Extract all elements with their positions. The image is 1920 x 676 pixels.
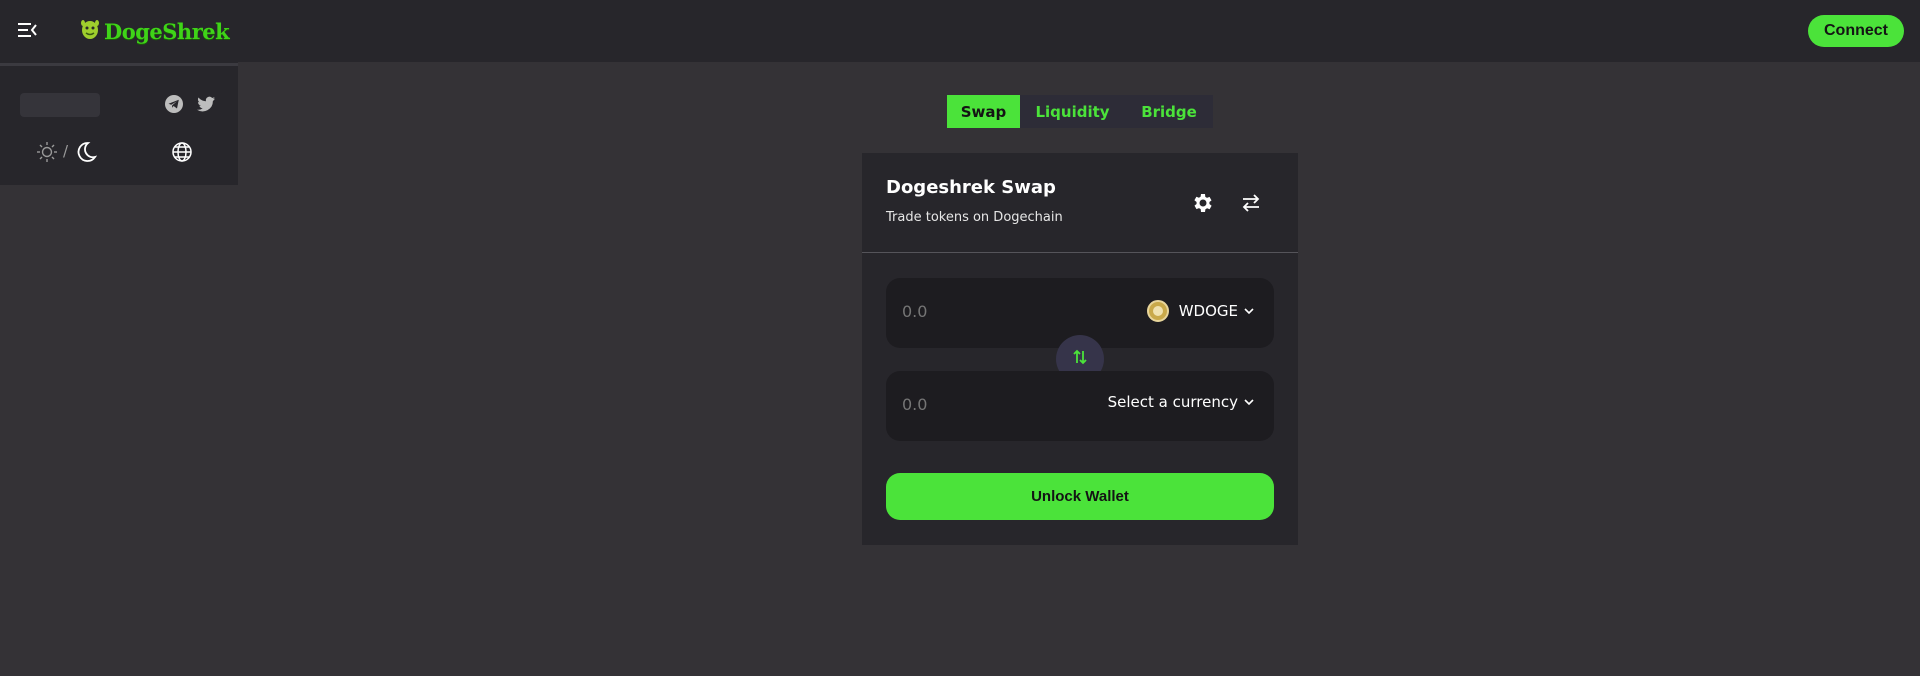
tab-swap[interactable]: Swap bbox=[947, 95, 1020, 128]
card-divider bbox=[862, 252, 1298, 253]
telegram-icon[interactable] bbox=[163, 93, 185, 115]
connect-button[interactable]: Connect bbox=[1808, 15, 1904, 47]
sidebar-panel: / bbox=[0, 62, 238, 185]
theme-separator: / bbox=[63, 142, 69, 160]
top-bar: DogeShrek Connect bbox=[0, 0, 1920, 62]
from-token-select[interactable]: WDOGE bbox=[1146, 300, 1254, 322]
to-token-label: Select a currency bbox=[1107, 393, 1238, 411]
from-token-label: WDOGE bbox=[1178, 302, 1238, 320]
twitter-icon[interactable] bbox=[195, 93, 217, 115]
swap-card: Dogeshrek Swap Trade tokens on Dogechain… bbox=[862, 153, 1298, 545]
shrek-logo-icon bbox=[80, 18, 100, 44]
chevron-down-icon bbox=[1244, 399, 1254, 406]
tab-bridge[interactable]: Bridge bbox=[1125, 95, 1213, 128]
from-amount-input[interactable] bbox=[902, 302, 1052, 321]
globe-icon[interactable] bbox=[171, 141, 193, 163]
moon-icon[interactable] bbox=[75, 141, 98, 163]
tab-liquidity[interactable]: Liquidity bbox=[1020, 95, 1125, 128]
to-token-select[interactable]: Select a currency bbox=[1108, 393, 1254, 411]
menu-collapse-icon[interactable] bbox=[18, 21, 38, 39]
logo[interactable]: DogeShrek bbox=[80, 16, 230, 46]
to-token-box: Select a currency bbox=[886, 371, 1274, 441]
token-price-placeholder bbox=[20, 93, 100, 117]
sidebar-divider bbox=[0, 63, 238, 66]
logo-text: DogeShrek bbox=[104, 18, 230, 44]
sun-icon[interactable] bbox=[36, 141, 58, 163]
unlock-wallet-button[interactable]: Unlock Wallet bbox=[886, 473, 1274, 520]
swap-direction-icon bbox=[1070, 347, 1090, 371]
swap-card-header: Dogeshrek Swap Trade tokens on Dogechain bbox=[862, 153, 1298, 252]
wdoge-coin-icon bbox=[1146, 300, 1169, 322]
chevron-down-icon bbox=[1244, 308, 1254, 315]
transfer-arrows-icon[interactable] bbox=[1239, 191, 1263, 215]
swap-title: Dogeshrek Swap bbox=[886, 177, 1056, 198]
gear-icon[interactable] bbox=[1191, 191, 1215, 215]
swap-subtitle: Trade tokens on Dogechain bbox=[886, 210, 1063, 225]
swap-tabs: Swap Liquidity Bridge bbox=[947, 95, 1213, 128]
to-amount-input[interactable] bbox=[902, 395, 1052, 414]
